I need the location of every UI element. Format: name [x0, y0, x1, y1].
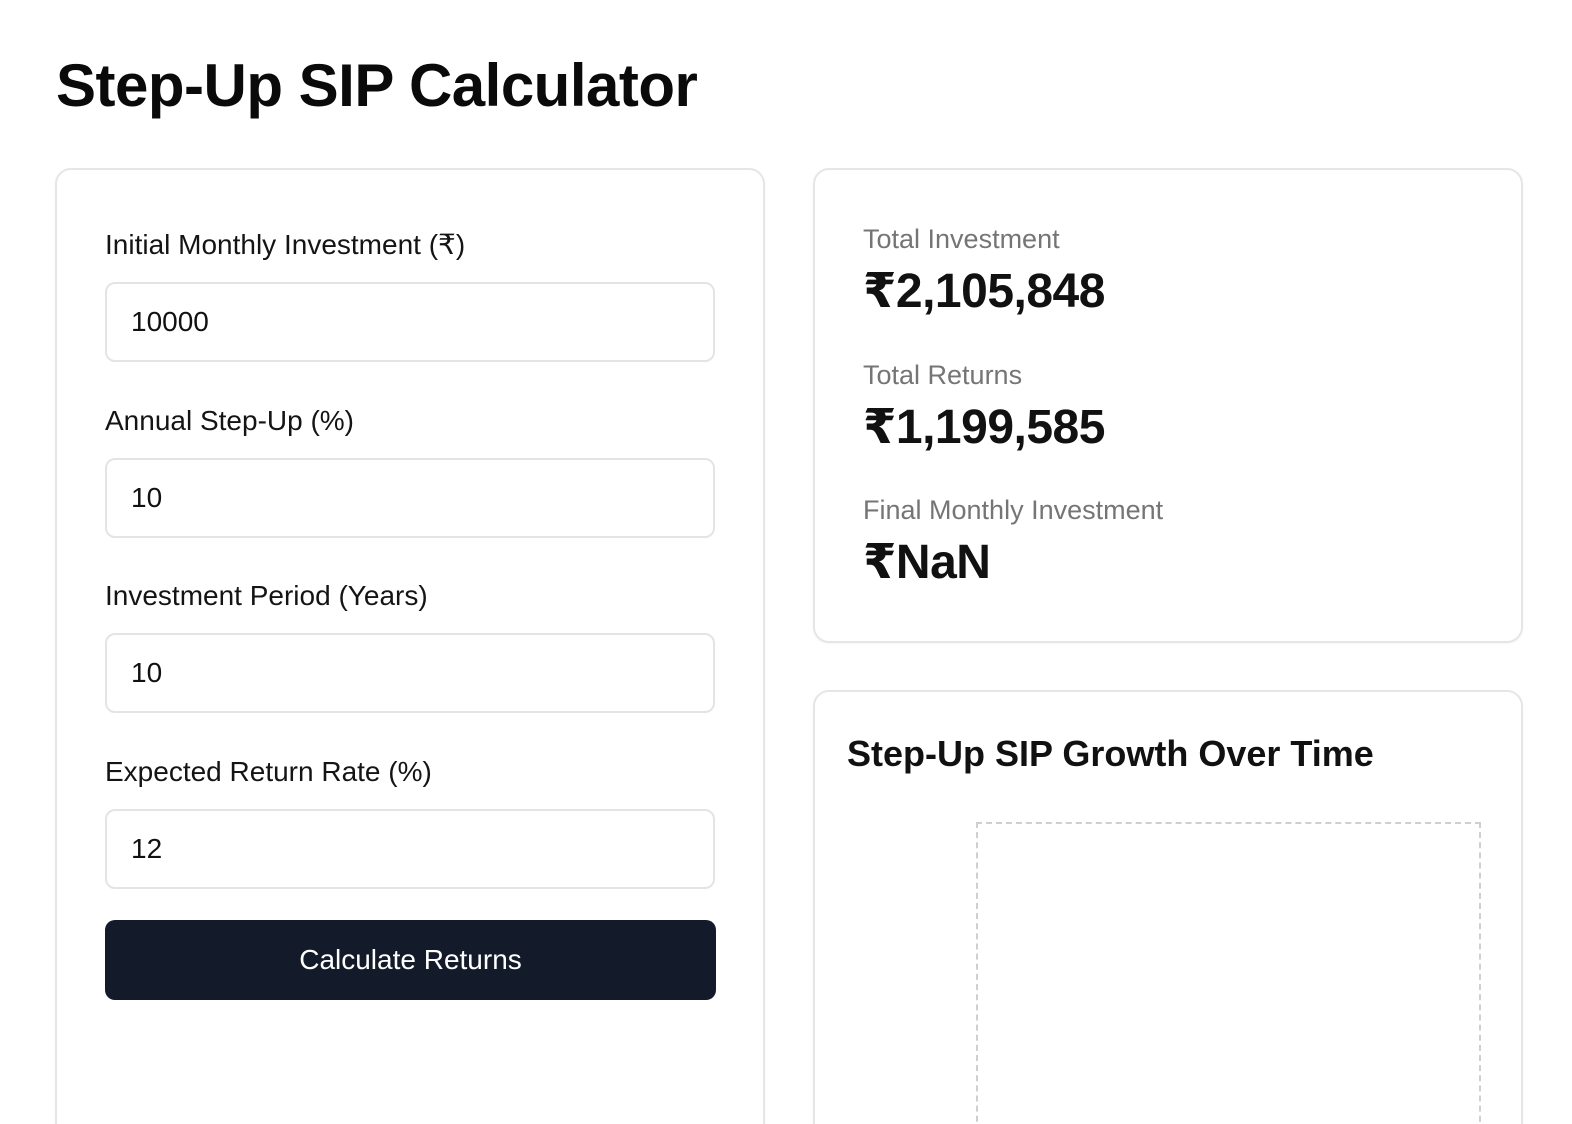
chart-title: Step-Up SIP Growth Over Time — [847, 733, 1374, 774]
annual-step-up-input[interactable] — [105, 458, 715, 538]
initial-investment-label: Initial Monthly Investment (₹) — [105, 229, 466, 260]
expected-return-label: Expected Return Rate (%) — [105, 756, 432, 787]
growth-chart-card: Step-Up SIP Growth Over Time — [813, 690, 1523, 1124]
total-returns-value: ₹1,199,585 — [863, 401, 1105, 454]
final-monthly-label: Final Monthly Investment — [863, 495, 1164, 525]
final-monthly-stat: Final Monthly Investment ₹NaN — [863, 493, 1163, 591]
total-investment-stat: Total Investment ₹2,105,848 — [863, 222, 1105, 320]
total-investment-label: Total Investment — [863, 224, 1060, 254]
expected-return-input[interactable] — [105, 809, 715, 889]
chart-plot-area — [976, 822, 1481, 1124]
total-investment-value: ₹2,105,848 — [863, 265, 1105, 318]
investment-period-input[interactable] — [105, 633, 715, 713]
investment-period-field: Investment Period (Years) — [105, 579, 717, 713]
calculate-returns-button[interactable]: Calculate Returns — [105, 920, 716, 1000]
initial-investment-input[interactable] — [105, 282, 715, 362]
investment-period-label: Investment Period (Years) — [105, 580, 428, 611]
annual-step-up-label: Annual Step-Up (%) — [105, 405, 355, 436]
initial-investment-field: Initial Monthly Investment (₹) — [105, 228, 717, 362]
total-returns-stat: Total Returns ₹1,199,585 — [863, 358, 1105, 456]
results-summary-card: Total Investment ₹2,105,848 Total Return… — [813, 168, 1523, 643]
annual-step-up-field: Annual Step-Up (%) — [105, 404, 717, 538]
calculator-form-card: Initial Monthly Investment (₹) Annual St… — [55, 168, 765, 1124]
page-title: Step-Up SIP Calculator — [56, 52, 698, 119]
total-returns-label: Total Returns — [863, 360, 1023, 390]
final-monthly-value: ₹NaN — [863, 536, 991, 589]
expected-return-field: Expected Return Rate (%) — [105, 755, 717, 889]
